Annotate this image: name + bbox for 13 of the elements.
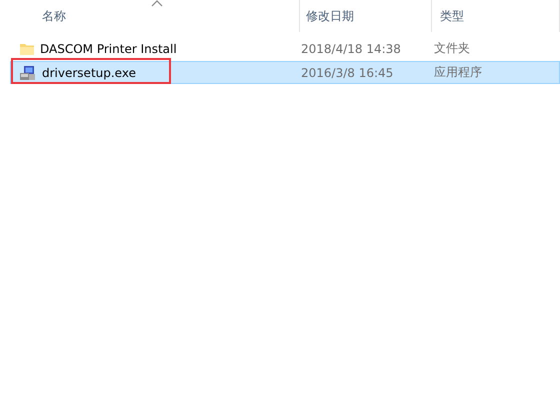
column-header[interactable]: 修改日期 (300, 0, 432, 32)
file-name: driversetup.exe (42, 66, 136, 80)
setup-program-icon (19, 64, 37, 80)
modified-date: 2018/4/18 14:38 (301, 42, 402, 56)
file-type: 应用程序 (433, 64, 483, 81)
file-row[interactable]: DASCOM Printer Install 2018/4/18 14:38 文件夹 (10, 37, 560, 60)
column-header[interactable]: 类型 (432, 0, 560, 32)
modified-date: 2016/3/8 16:45 (301, 66, 394, 80)
column-header[interactable]: 名称 (0, 0, 300, 32)
file-type: 文件夹 (433, 40, 471, 57)
file-row[interactable]: driversetup.exe 2016/3/8 16:45 应用程序 (10, 61, 560, 84)
file-name: DASCOM Printer Install (40, 42, 177, 56)
folder-icon (19, 42, 35, 56)
